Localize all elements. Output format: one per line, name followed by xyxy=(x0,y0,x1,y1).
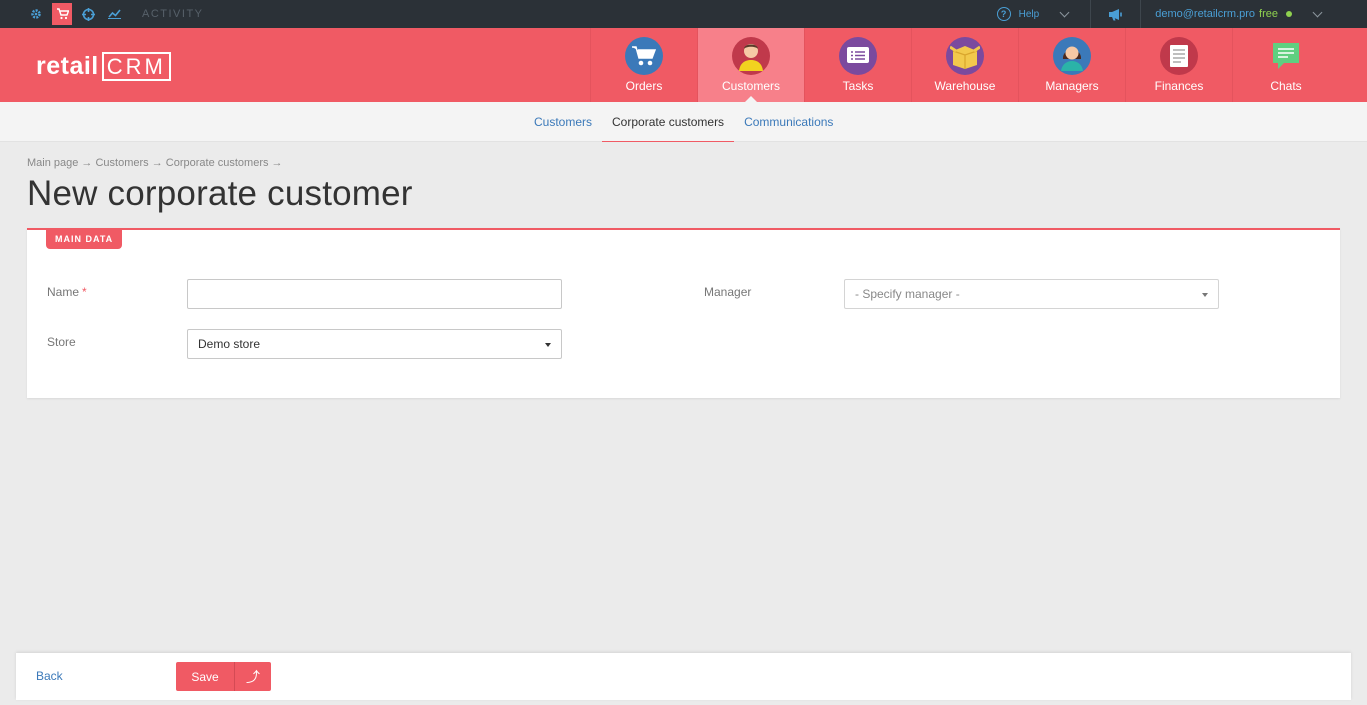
store-label: Store xyxy=(47,335,76,349)
main-header: retail CRM Orders Customers Tasks Warehou… xyxy=(0,28,1367,102)
action-footer: Back Save ⤴ xyxy=(16,653,1351,700)
chevron-down-icon xyxy=(1312,7,1323,17)
person-icon xyxy=(732,37,770,75)
cart-icon xyxy=(625,37,663,75)
top-bar-right: ? Help demo@retailcrm.pro free xyxy=(996,0,1367,28)
store-select-value: Demo store xyxy=(198,337,261,351)
document-icon xyxy=(1160,37,1198,75)
breadcrumb[interactable]: Main page → Customers → Corporate custom… xyxy=(27,157,283,169)
user-email: demo@retailcrm.pro xyxy=(1155,8,1256,20)
woman-icon xyxy=(1053,37,1091,75)
nav-item-chats[interactable]: Chats xyxy=(1232,28,1339,102)
manager-select-placeholder: - Specify manager - xyxy=(855,287,960,301)
store-select[interactable]: Demo store xyxy=(187,329,562,359)
main-data-panel: MAIN DATA Name * Store Demo store Manager… xyxy=(27,228,1340,398)
retailcrm-logo[interactable]: retail CRM xyxy=(36,52,171,81)
nav-label: Customers xyxy=(721,79,780,93)
manager-select[interactable]: - Specify manager - xyxy=(844,279,1219,309)
nav-item-managers[interactable]: Managers xyxy=(1018,28,1125,102)
logo-text: retail xyxy=(36,52,99,80)
megaphone-icon[interactable] xyxy=(1091,0,1142,28)
chat-icon xyxy=(1267,37,1305,75)
main-nav: Orders Customers Tasks Warehouse Manager… xyxy=(590,28,1339,102)
cart-icon[interactable] xyxy=(52,3,72,25)
top-bar-tools: ACTIVITY xyxy=(0,0,204,28)
list-icon xyxy=(839,37,877,75)
online-status-icon xyxy=(1286,11,1292,17)
box-icon xyxy=(946,37,984,75)
logo-crm: CRM xyxy=(101,52,171,81)
nav-item-orders[interactable]: Orders xyxy=(590,28,697,102)
plan-label: free xyxy=(1259,8,1278,20)
manager-label: Manager xyxy=(704,285,752,299)
save-button[interactable]: Save xyxy=(176,662,235,691)
nav-item-warehouse[interactable]: Warehouse xyxy=(911,28,1018,102)
tab-customers[interactable]: Customers xyxy=(524,102,602,142)
save-and-exit-icon[interactable]: ⤴ xyxy=(235,662,271,691)
top-bar: ACTIVITY ? Help demo@retailcrm.pro free xyxy=(0,0,1367,28)
chart-icon[interactable] xyxy=(104,4,124,24)
page-title: New corporate customer xyxy=(27,174,413,213)
nav-label: Warehouse xyxy=(934,79,996,93)
caret-down-icon xyxy=(545,343,551,347)
section-tag: MAIN DATA xyxy=(46,230,123,249)
name-label-text: Name xyxy=(47,285,80,299)
name-input[interactable] xyxy=(187,279,562,309)
nav-item-tasks[interactable]: Tasks xyxy=(804,28,911,102)
activity-label[interactable]: ACTIVITY xyxy=(142,8,204,20)
sub-nav: Customers Corporate customers Communicat… xyxy=(0,102,1367,142)
help-label: Help xyxy=(1018,8,1040,20)
nav-item-finances[interactable]: Finances xyxy=(1125,28,1232,102)
chevron-down-icon xyxy=(1059,7,1070,17)
nav-label: Finances xyxy=(1154,79,1204,93)
nav-item-customers[interactable]: Customers xyxy=(697,28,804,102)
required-mark: * xyxy=(82,285,87,299)
tab-corporate-customers[interactable]: Corporate customers xyxy=(602,102,735,142)
gear-icon[interactable] xyxy=(26,4,46,24)
help-icon: ? xyxy=(996,7,1011,21)
nav-label: Tasks xyxy=(842,79,874,93)
nav-label: Managers xyxy=(1045,79,1099,93)
target-icon[interactable] xyxy=(78,4,98,24)
user-menu[interactable]: demo@retailcrm.pro free xyxy=(1141,0,1367,28)
caret-down-icon xyxy=(1202,293,1208,297)
help-menu[interactable]: ? Help xyxy=(996,0,1092,28)
name-label: Name * xyxy=(47,285,87,299)
nav-label: Chats xyxy=(1270,79,1302,93)
back-link[interactable]: Back xyxy=(36,669,63,683)
sub-nav-tabs: Customers Corporate customers Communicat… xyxy=(524,102,843,142)
nav-label: Orders xyxy=(625,79,663,93)
tab-communications[interactable]: Communications xyxy=(734,102,843,142)
